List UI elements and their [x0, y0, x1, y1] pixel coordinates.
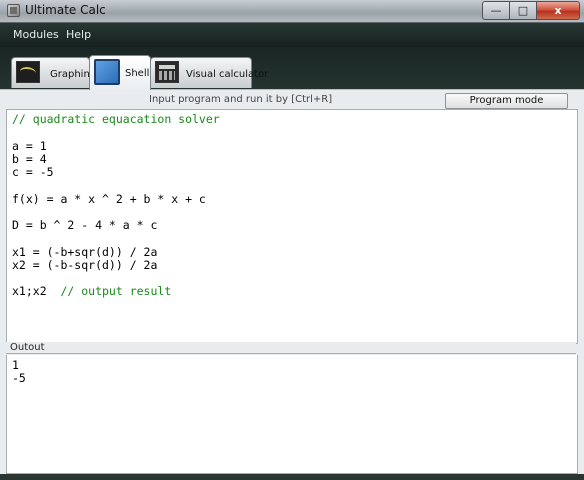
code-line-text: a = 1	[12, 138, 47, 153]
code-line[interactable]: x2 = (-b-sqr(d)) / 2a	[12, 257, 572, 272]
close-button[interactable]: x	[537, 1, 580, 20]
shell-icon	[94, 59, 120, 85]
code-line[interactable]: b = 4	[12, 151, 572, 166]
menu-bar: Modules Help	[0, 23, 584, 47]
window-title: Ultimate Calc	[25, 3, 106, 17]
shell-toolbar: Input program and run it by [Ctrl+R] Pro…	[0, 89, 584, 110]
code-comment: // output result	[60, 284, 172, 299]
code-line[interactable]	[12, 206, 572, 219]
menu-modules[interactable]: Modules	[13, 28, 59, 41]
code-comment: // quadratic equacation solver	[12, 112, 220, 126]
maximize-button[interactable]: □	[510, 1, 537, 20]
graph-icon	[16, 61, 40, 83]
code-line[interactable]: c = -5	[12, 165, 572, 179]
code-line-text: x1 = (-b+sqr(d)) / 2a	[12, 244, 158, 259]
code-line[interactable]: D = b ^ 2 - 4 * a * c	[12, 218, 572, 232]
code-line-text: D = b ^ 2 - 4 * a * c	[12, 218, 158, 232]
code-line[interactable]: a = 1	[12, 138, 572, 153]
output-text: 1 -5	[7, 355, 577, 390]
output-panel[interactable]: 1 -5	[6, 355, 578, 474]
run-hint: Input program and run it by [Ctrl+R]	[149, 94, 333, 105]
code-line[interactable]	[12, 232, 572, 245]
code-text[interactable]: // quadratic equacation solver a = 1b = …	[7, 110, 577, 302]
code-line[interactable]: f(x) = a * x ^ 2 + b * x + c	[12, 191, 572, 206]
module-tabs: Graphing Shell Visual calculator	[0, 47, 584, 90]
code-line[interactable]	[12, 272, 572, 285]
tab-visual-calculator-label: Visual calculator	[186, 69, 269, 80]
code-line-text: c = -5	[12, 165, 54, 179]
minimize-button[interactable]: —	[482, 1, 510, 20]
tab-graphing[interactable]: Graphing	[11, 57, 96, 88]
code-editor[interactable]: // quadratic equacation solver a = 1b = …	[6, 109, 578, 344]
code-line[interactable]	[12, 126, 572, 139]
code-line[interactable]: x1 = (-b+sqr(d)) / 2a	[12, 244, 572, 259]
frame-bottom	[0, 474, 584, 480]
output-label: Outout	[6, 342, 576, 354]
code-line[interactable]: // quadratic equacation solver	[12, 112, 572, 126]
output-line: -5	[12, 371, 26, 386]
code-line[interactable]	[12, 179, 572, 192]
program-mode-button[interactable]: Program mode	[445, 93, 568, 109]
code-line-text: x2 = (-b-sqr(d)) / 2a	[12, 257, 158, 272]
output-line: 1	[12, 358, 19, 372]
tab-shell[interactable]: Shell	[89, 55, 151, 90]
code-line-text: b = 4	[12, 151, 47, 166]
app-window: Ultimate Calc — □ x Modules Help Graphin…	[0, 0, 584, 480]
window-controls: — □ x	[482, 1, 580, 20]
tab-visual-calculator[interactable]: Visual calculator	[150, 57, 268, 88]
app-icon	[7, 4, 20, 17]
menu-help[interactable]: Help	[66, 28, 91, 41]
calculator-icon	[155, 61, 179, 83]
code-line[interactable]: x1;x2 // output result	[12, 285, 572, 298]
code-line-text: x1;x2	[12, 284, 61, 299]
tab-shell-label: Shell	[125, 68, 150, 79]
title-bar[interactable]: Ultimate Calc — □ x	[0, 0, 584, 23]
code-line-text: f(x) = a * x ^ 2 + b * x + c	[12, 191, 206, 206]
